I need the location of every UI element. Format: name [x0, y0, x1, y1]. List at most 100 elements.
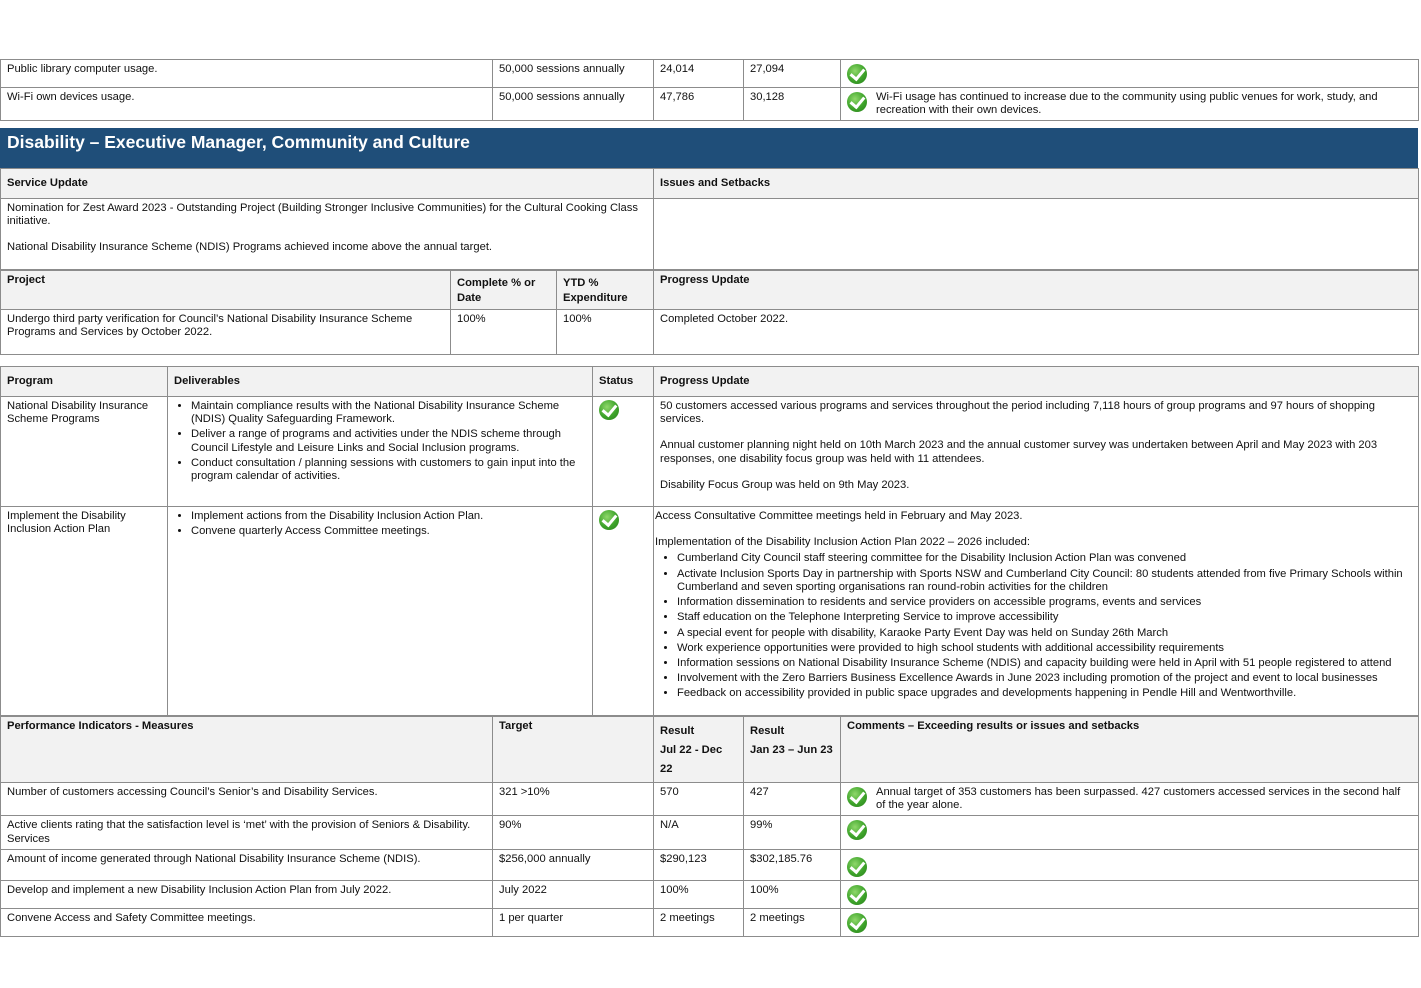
issues-header: Issues and Setbacks [653, 168, 1419, 199]
deliverables-header: Deliverables [167, 366, 593, 397]
measure-cell: Public library computer usage. [0, 59, 493, 88]
comment-cell [840, 815, 1419, 850]
progress-header: Progress Update [653, 270, 1419, 310]
project-cell: Undergo third party verification for Cou… [0, 309, 451, 355]
measure-cell: Wi-Fi own devices usage. [0, 86, 493, 122]
check-icon [599, 510, 619, 530]
measure-cell: Develop and implement a new Disability I… [0, 879, 493, 909]
disability-section: Disability – Executive Manager, Communit… [0, 128, 1419, 937]
program-table: Program Deliverables Status Progress Upd… [0, 366, 1419, 716]
result-cell: 2 meetings [653, 907, 744, 937]
list-item: Information sessions on National Disabil… [677, 657, 1412, 670]
check-icon [847, 884, 867, 905]
service-update-table: Service Update Issues and Setbacks Nomin… [0, 168, 1419, 270]
table-row: Active clients rating that the satisfact… [0, 815, 1419, 850]
progress-header: Progress Update [653, 366, 1419, 397]
ytd-header: YTD % Expenditure [556, 270, 654, 310]
comments-header: Comments – Exceeding results or issues a… [840, 716, 1419, 783]
issues-cell [653, 198, 1419, 270]
progress-text: Implementation of the Disability Inclusi… [655, 536, 1031, 549]
check-icon [847, 856, 867, 877]
comment-cell [840, 59, 1419, 88]
list-item: A special event for people with disabili… [677, 627, 1412, 640]
list-item: Activate Inclusion Sports Day in partner… [677, 568, 1412, 594]
check-icon [847, 64, 867, 84]
deliverables-cell: Implement actions from the Disability In… [167, 506, 593, 716]
result-cell: 2 meetings [743, 907, 841, 937]
result-cell: $290,123 [653, 848, 744, 881]
service-update-header: Service Update [0, 168, 654, 199]
check-icon [847, 820, 867, 841]
program-cell: National Disability Insurance Scheme Pro… [0, 396, 168, 507]
result-header: Result Jul 22 - Dec 22 [653, 716, 744, 783]
result-cell: 99% [743, 815, 841, 850]
complete-cell: 100% [450, 309, 557, 355]
service-update-cell: Nomination for Zest Award 2023 - Outstan… [0, 198, 654, 270]
comment-cell: Annual target of 353 customers has been … [840, 781, 1419, 817]
complete-header: Complete % or Date [450, 270, 557, 310]
status-cell [592, 396, 654, 507]
project-table: Project Complete % or Date YTD % Expendi… [0, 270, 1419, 355]
status-cell [592, 506, 654, 716]
target-cell: $256,000 annually [492, 848, 654, 881]
table-row: Public library computer usage. 50,000 se… [0, 59, 1419, 88]
list-item: Staff education on the Telephone Interpr… [677, 611, 1412, 624]
list-item: Work experience opportunities were provi… [677, 642, 1412, 655]
target-cell: 1 per quarter [492, 907, 654, 937]
measure-cell: Convene Access and Safety Committee meet… [0, 907, 493, 937]
list-item: Maintain compliance results with the Nat… [191, 400, 586, 426]
measure-header: Performance Indicators - Measures [0, 716, 493, 783]
result-label: Result [660, 725, 695, 737]
result-cell: 30,128 [743, 86, 841, 122]
status-header: Status [592, 366, 654, 397]
project-header: Project [0, 270, 451, 310]
target-cell: 90% [492, 815, 654, 850]
check-icon [847, 912, 867, 933]
comment-text: Annual target of 353 customers has been … [876, 786, 1401, 812]
result-cell: 47,786 [653, 86, 744, 122]
table-row: Implement the Disability Inclusion Actio… [0, 506, 1419, 716]
list-item: Convene quarterly Access Committee meeti… [191, 525, 586, 538]
comment-cell [840, 879, 1419, 909]
progress-text: Access Consultative Committee meetings h… [655, 510, 1023, 522]
program-header: Program [0, 366, 168, 397]
service-update-text: Nomination for Zest Award 2023 - Outstan… [7, 202, 638, 228]
list-item: Cumberland City Council staff steering c… [677, 552, 1412, 565]
result-cell: $302,185.76 [743, 848, 841, 881]
top-kpi-table: Public library computer usage. 50,000 se… [0, 59, 1419, 122]
target-cell: 50,000 sessions annually [492, 86, 654, 122]
progress-cell: Completed October 2022. [653, 309, 1419, 355]
progress-text: Annual customer planning night held on 1… [660, 439, 1378, 465]
measure-cell: Number of customers accessing Council’s … [0, 781, 493, 817]
deliverables-cell: Maintain compliance results with the Nat… [167, 396, 593, 507]
kpi-table: Performance Indicators - Measures Target… [0, 716, 1419, 937]
result-header: Result Jan 23 – Jun 23 [743, 716, 841, 783]
table-row: Undergo third party verification for Cou… [0, 309, 1419, 355]
comment-text: Wi-Fi usage has continued to increase du… [876, 91, 1378, 117]
target-cell: 321 >10% [492, 781, 654, 817]
check-icon [847, 92, 867, 112]
check-icon [847, 787, 867, 807]
comment-cell [840, 907, 1419, 937]
result-cell: 27,094 [743, 59, 841, 88]
target-cell: July 2022 [492, 879, 654, 909]
progress-cell: 50 customers accessed various programs a… [653, 396, 1419, 507]
list-item: Implement actions from the Disability In… [191, 510, 586, 523]
progress-text: Disability Focus Group was held on 9th M… [660, 478, 910, 491]
measure-cell: Active clients rating that the satisfact… [0, 815, 493, 850]
table-row: Convene Access and Safety Committee meet… [0, 907, 1419, 937]
ytd-cell: 100% [556, 309, 654, 355]
period-label: Jan 23 – Jun 23 [750, 744, 833, 756]
table-row: Number of customers accessing Council’s … [0, 781, 1419, 817]
target-header: Target [492, 716, 654, 783]
top-kpi-block: Public library computer usage. 50,000 se… [0, 59, 1419, 122]
progress-text: 50 customers accessed various programs a… [660, 400, 1375, 426]
result-cell: 427 [743, 781, 841, 817]
section-title: Disability – Executive Manager, Communit… [0, 128, 1418, 168]
result-cell: N/A [653, 815, 744, 850]
table-row: Develop and implement a new Disability I… [0, 879, 1419, 909]
progress-cell: Access Consultative Committee meetings h… [653, 506, 1419, 716]
target-cell: 50,000 sessions annually [492, 59, 654, 88]
list-item: Deliver a range of programs and activiti… [191, 428, 586, 454]
period-label: Jul 22 - Dec 22 [660, 744, 723, 775]
